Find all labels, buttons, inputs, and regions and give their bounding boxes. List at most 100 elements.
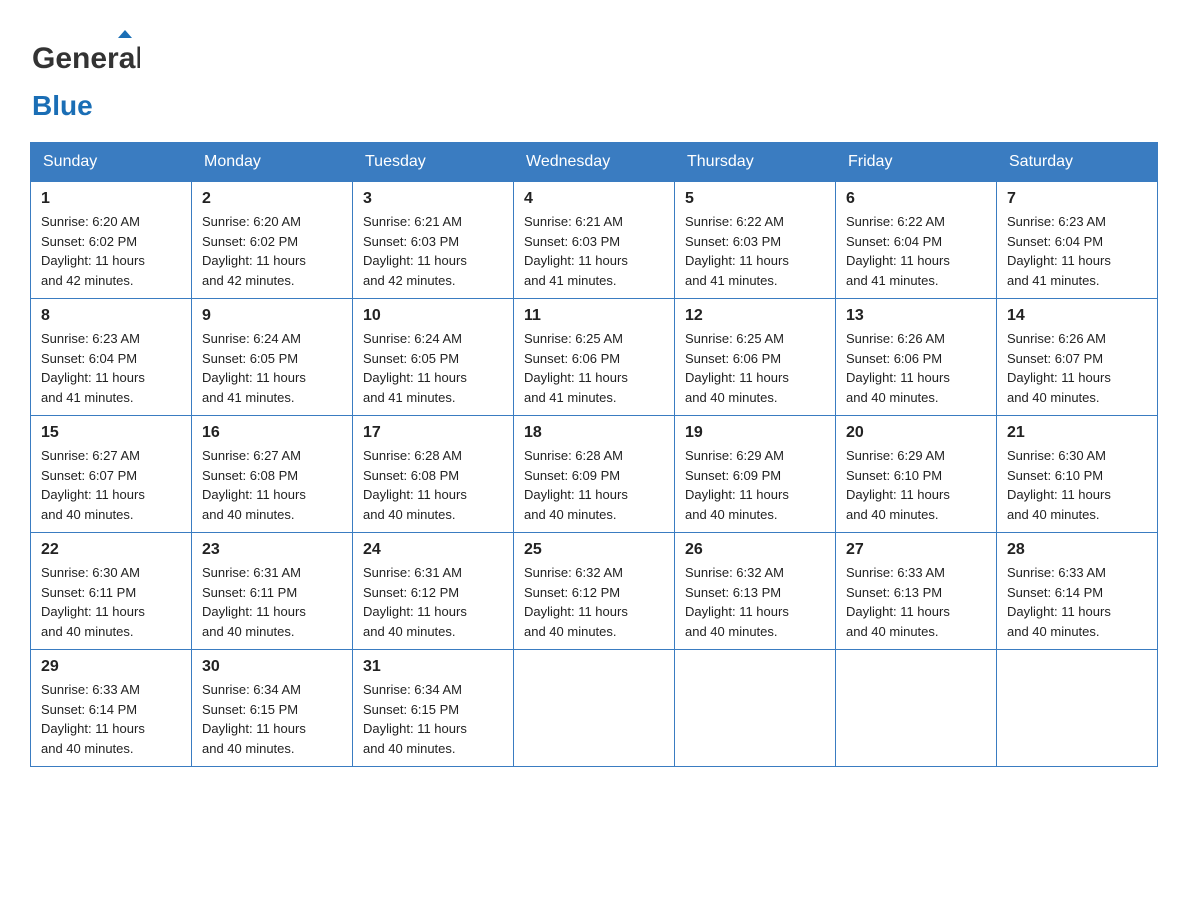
calendar-cell: 12 Sunrise: 6:25 AM Sunset: 6:06 PM Dayl… <box>675 299 836 416</box>
day-info: Sunrise: 6:29 AM Sunset: 6:10 PM Dayligh… <box>846 446 986 524</box>
logo-icon: General <box>30 30 140 90</box>
calendar-cell: 27 Sunrise: 6:33 AM Sunset: 6:13 PM Dayl… <box>836 533 997 650</box>
day-info: Sunrise: 6:23 AM Sunset: 6:04 PM Dayligh… <box>41 329 181 407</box>
day-number: 2 <box>202 190 342 208</box>
calendar-cell: 3 Sunrise: 6:21 AM Sunset: 6:03 PM Dayli… <box>353 182 514 299</box>
day-number: 4 <box>524 190 664 208</box>
calendar-cell: 17 Sunrise: 6:28 AM Sunset: 6:08 PM Dayl… <box>353 416 514 533</box>
day-info: Sunrise: 6:32 AM Sunset: 6:12 PM Dayligh… <box>524 563 664 641</box>
day-number: 10 <box>363 307 503 325</box>
weekday-header-monday: Monday <box>192 143 353 182</box>
calendar-cell <box>997 650 1158 767</box>
calendar-cell: 21 Sunrise: 6:30 AM Sunset: 6:10 PM Dayl… <box>997 416 1158 533</box>
day-info: Sunrise: 6:33 AM Sunset: 6:14 PM Dayligh… <box>1007 563 1147 641</box>
calendar-cell: 6 Sunrise: 6:22 AM Sunset: 6:04 PM Dayli… <box>836 182 997 299</box>
day-number: 15 <box>41 424 181 442</box>
day-number: 5 <box>685 190 825 208</box>
week-row-1: 1 Sunrise: 6:20 AM Sunset: 6:02 PM Dayli… <box>31 182 1158 299</box>
day-info: Sunrise: 6:27 AM Sunset: 6:07 PM Dayligh… <box>41 446 181 524</box>
day-info: Sunrise: 6:21 AM Sunset: 6:03 PM Dayligh… <box>524 212 664 290</box>
calendar-cell: 4 Sunrise: 6:21 AM Sunset: 6:03 PM Dayli… <box>514 182 675 299</box>
day-number: 3 <box>363 190 503 208</box>
day-info: Sunrise: 6:33 AM Sunset: 6:14 PM Dayligh… <box>41 680 181 758</box>
day-info: Sunrise: 6:31 AM Sunset: 6:11 PM Dayligh… <box>202 563 342 641</box>
calendar-cell: 9 Sunrise: 6:24 AM Sunset: 6:05 PM Dayli… <box>192 299 353 416</box>
day-number: 8 <box>41 307 181 325</box>
logo-text-blue: Blue <box>32 90 93 121</box>
day-number: 18 <box>524 424 664 442</box>
calendar-cell: 11 Sunrise: 6:25 AM Sunset: 6:06 PM Dayl… <box>514 299 675 416</box>
week-row-2: 8 Sunrise: 6:23 AM Sunset: 6:04 PM Dayli… <box>31 299 1158 416</box>
day-info: Sunrise: 6:32 AM Sunset: 6:13 PM Dayligh… <box>685 563 825 641</box>
calendar-cell: 18 Sunrise: 6:28 AM Sunset: 6:09 PM Dayl… <box>514 416 675 533</box>
calendar-cell: 31 Sunrise: 6:34 AM Sunset: 6:15 PM Dayl… <box>353 650 514 767</box>
calendar-cell: 5 Sunrise: 6:22 AM Sunset: 6:03 PM Dayli… <box>675 182 836 299</box>
weekday-header-friday: Friday <box>836 143 997 182</box>
calendar-cell: 14 Sunrise: 6:26 AM Sunset: 6:07 PM Dayl… <box>997 299 1158 416</box>
weekday-header-wednesday: Wednesday <box>514 143 675 182</box>
day-info: Sunrise: 6:24 AM Sunset: 6:05 PM Dayligh… <box>363 329 503 407</box>
day-info: Sunrise: 6:29 AM Sunset: 6:09 PM Dayligh… <box>685 446 825 524</box>
day-number: 9 <box>202 307 342 325</box>
calendar-cell: 24 Sunrise: 6:31 AM Sunset: 6:12 PM Dayl… <box>353 533 514 650</box>
calendar-cell: 2 Sunrise: 6:20 AM Sunset: 6:02 PM Dayli… <box>192 182 353 299</box>
day-info: Sunrise: 6:30 AM Sunset: 6:10 PM Dayligh… <box>1007 446 1147 524</box>
day-info: Sunrise: 6:26 AM Sunset: 6:06 PM Dayligh… <box>846 329 986 407</box>
calendar-cell: 25 Sunrise: 6:32 AM Sunset: 6:12 PM Dayl… <box>514 533 675 650</box>
day-number: 21 <box>1007 424 1147 442</box>
day-info: Sunrise: 6:26 AM Sunset: 6:07 PM Dayligh… <box>1007 329 1147 407</box>
calendar-cell: 23 Sunrise: 6:31 AM Sunset: 6:11 PM Dayl… <box>192 533 353 650</box>
week-row-3: 15 Sunrise: 6:27 AM Sunset: 6:07 PM Dayl… <box>31 416 1158 533</box>
calendar-cell <box>675 650 836 767</box>
day-number: 20 <box>846 424 986 442</box>
day-number: 24 <box>363 541 503 559</box>
calendar-cell: 13 Sunrise: 6:26 AM Sunset: 6:06 PM Dayl… <box>836 299 997 416</box>
day-number: 17 <box>363 424 503 442</box>
day-number: 6 <box>846 190 986 208</box>
page-header: General Blue <box>30 30 1158 122</box>
day-info: Sunrise: 6:34 AM Sunset: 6:15 PM Dayligh… <box>202 680 342 758</box>
day-number: 14 <box>1007 307 1147 325</box>
calendar-cell: 16 Sunrise: 6:27 AM Sunset: 6:08 PM Dayl… <box>192 416 353 533</box>
day-info: Sunrise: 6:30 AM Sunset: 6:11 PM Dayligh… <box>41 563 181 641</box>
day-number: 27 <box>846 541 986 559</box>
logo: General Blue <box>30 30 140 122</box>
day-number: 12 <box>685 307 825 325</box>
calendar-cell: 1 Sunrise: 6:20 AM Sunset: 6:02 PM Dayli… <box>31 182 192 299</box>
calendar-cell: 8 Sunrise: 6:23 AM Sunset: 6:04 PM Dayli… <box>31 299 192 416</box>
calendar-cell <box>514 650 675 767</box>
weekday-header-thursday: Thursday <box>675 143 836 182</box>
day-info: Sunrise: 6:28 AM Sunset: 6:09 PM Dayligh… <box>524 446 664 524</box>
day-number: 29 <box>41 658 181 676</box>
weekday-header-saturday: Saturday <box>997 143 1158 182</box>
week-row-4: 22 Sunrise: 6:30 AM Sunset: 6:11 PM Dayl… <box>31 533 1158 650</box>
calendar-cell: 10 Sunrise: 6:24 AM Sunset: 6:05 PM Dayl… <box>353 299 514 416</box>
calendar-cell: 19 Sunrise: 6:29 AM Sunset: 6:09 PM Dayl… <box>675 416 836 533</box>
day-number: 1 <box>41 190 181 208</box>
day-number: 7 <box>1007 190 1147 208</box>
day-info: Sunrise: 6:34 AM Sunset: 6:15 PM Dayligh… <box>363 680 503 758</box>
day-info: Sunrise: 6:28 AM Sunset: 6:08 PM Dayligh… <box>363 446 503 524</box>
day-info: Sunrise: 6:22 AM Sunset: 6:03 PM Dayligh… <box>685 212 825 290</box>
weekday-header-row: SundayMondayTuesdayWednesdayThursdayFrid… <box>31 143 1158 182</box>
calendar-table: SundayMondayTuesdayWednesdayThursdayFrid… <box>30 142 1158 767</box>
calendar-cell: 20 Sunrise: 6:29 AM Sunset: 6:10 PM Dayl… <box>836 416 997 533</box>
calendar-cell: 26 Sunrise: 6:32 AM Sunset: 6:13 PM Dayl… <box>675 533 836 650</box>
day-info: Sunrise: 6:25 AM Sunset: 6:06 PM Dayligh… <box>685 329 825 407</box>
day-info: Sunrise: 6:27 AM Sunset: 6:08 PM Dayligh… <box>202 446 342 524</box>
calendar-cell <box>836 650 997 767</box>
day-number: 22 <box>41 541 181 559</box>
day-number: 30 <box>202 658 342 676</box>
day-info: Sunrise: 6:24 AM Sunset: 6:05 PM Dayligh… <box>202 329 342 407</box>
svg-text:General: General <box>32 42 140 75</box>
weekday-header-sunday: Sunday <box>31 143 192 182</box>
day-info: Sunrise: 6:20 AM Sunset: 6:02 PM Dayligh… <box>41 212 181 290</box>
calendar-cell: 15 Sunrise: 6:27 AM Sunset: 6:07 PM Dayl… <box>31 416 192 533</box>
calendar-cell: 28 Sunrise: 6:33 AM Sunset: 6:14 PM Dayl… <box>997 533 1158 650</box>
week-row-5: 29 Sunrise: 6:33 AM Sunset: 6:14 PM Dayl… <box>31 650 1158 767</box>
day-number: 11 <box>524 307 664 325</box>
logo-text-general: General <box>30 30 140 90</box>
calendar-cell: 29 Sunrise: 6:33 AM Sunset: 6:14 PM Dayl… <box>31 650 192 767</box>
day-info: Sunrise: 6:25 AM Sunset: 6:06 PM Dayligh… <box>524 329 664 407</box>
day-info: Sunrise: 6:22 AM Sunset: 6:04 PM Dayligh… <box>846 212 986 290</box>
